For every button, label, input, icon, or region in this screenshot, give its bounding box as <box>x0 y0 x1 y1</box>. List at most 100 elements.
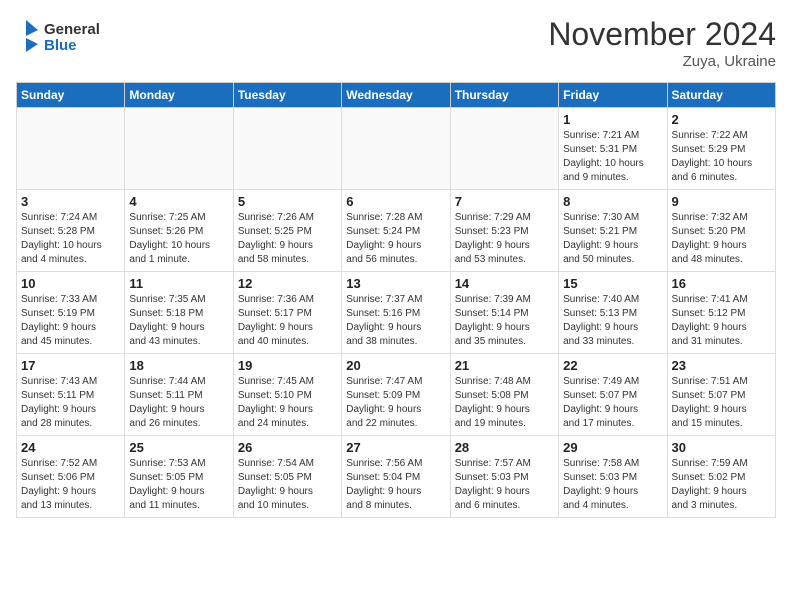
calendar-week-row-5: 24 Sunrise: 7:52 AM Sunset: 5:06 PM Dayli… <box>17 436 776 518</box>
calendar-cell: 20 Sunrise: 7:47 AM Sunset: 5:09 PM Dayli… <box>342 354 450 436</box>
day-info: Sunrise: 7:33 AM Sunset: 5:19 PM Dayligh… <box>21 293 120 349</box>
calendar-cell: 3 Sunrise: 7:24 AM Sunset: 5:28 PM Daylig… <box>17 190 125 272</box>
calendar-cell: 24 Sunrise: 7:52 AM Sunset: 5:06 PM Dayli… <box>17 436 125 518</box>
weekday-header-thursday: Thursday <box>450 83 558 108</box>
day-info: Sunrise: 7:24 AM Sunset: 5:28 PM Dayligh… <box>21 211 120 267</box>
calendar-cell: 22 Sunrise: 7:49 AM Sunset: 5:07 PM Dayli… <box>559 354 667 436</box>
calendar-cell: 28 Sunrise: 7:57 AM Sunset: 5:03 PM Dayli… <box>450 436 558 518</box>
day-info: Sunrise: 7:56 AM Sunset: 5:04 PM Dayligh… <box>346 457 445 513</box>
day-number: 27 <box>346 440 445 455</box>
calendar-cell: 21 Sunrise: 7:48 AM Sunset: 5:08 PM Dayli… <box>450 354 558 436</box>
calendar-cell: 2 Sunrise: 7:22 AM Sunset: 5:29 PM Daylig… <box>667 108 775 190</box>
calendar-cell: 30Sunrise: 7:59 AM Sunset: 5:02 PM Dayli… <box>667 436 775 518</box>
day-info: Sunrise: 7:47 AM Sunset: 5:09 PM Dayligh… <box>346 375 445 431</box>
day-info: Sunrise: 7:28 AM Sunset: 5:24 PM Dayligh… <box>346 211 445 267</box>
day-info: Sunrise: 7:58 AM Sunset: 5:03 PM Dayligh… <box>563 457 662 513</box>
calendar-cell: 6 Sunrise: 7:28 AM Sunset: 5:24 PM Daylig… <box>342 190 450 272</box>
logo: General Blue <box>16 16 126 60</box>
calendar-cell: 19Sunrise: 7:45 AM Sunset: 5:10 PM Dayli… <box>233 354 341 436</box>
day-number: 5 <box>238 194 337 209</box>
calendar-cell: 23 Sunrise: 7:51 AM Sunset: 5:07 PM Dayli… <box>667 354 775 436</box>
day-number: 28 <box>455 440 554 455</box>
day-number: 2 <box>672 112 771 127</box>
day-number: 30 <box>672 440 771 455</box>
day-info: Sunrise: 7:32 AM Sunset: 5:20 PM Dayligh… <box>672 211 771 267</box>
calendar-cell: 10 Sunrise: 7:33 AM Sunset: 5:19 PM Dayli… <box>17 272 125 354</box>
day-number: 10 <box>21 276 120 291</box>
calendar-cell: 13Sunrise: 7:37 AM Sunset: 5:16 PM Dayli… <box>342 272 450 354</box>
calendar-cell: 11 Sunrise: 7:35 AM Sunset: 5:18 PM Dayli… <box>125 272 233 354</box>
calendar-cell: 27 Sunrise: 7:56 AM Sunset: 5:04 PM Dayli… <box>342 436 450 518</box>
day-info: Sunrise: 7:29 AM Sunset: 5:23 PM Dayligh… <box>455 211 554 267</box>
day-number: 14 <box>455 276 554 291</box>
day-number: 1 <box>563 112 662 127</box>
svg-text:General: General <box>44 21 100 38</box>
day-info: Sunrise: 7:22 AM Sunset: 5:29 PM Dayligh… <box>672 129 771 185</box>
day-info: Sunrise: 7:49 AM Sunset: 5:07 PM Dayligh… <box>563 375 662 431</box>
calendar-cell <box>450 108 558 190</box>
day-number: 21 <box>455 358 554 373</box>
day-number: 22 <box>563 358 662 373</box>
day-number: 8 <box>563 194 662 209</box>
day-number: 11 <box>129 276 228 291</box>
calendar-table: SundayMondayTuesdayWednesdayThursdayFrid… <box>16 82 776 518</box>
calendar-cell: 8Sunrise: 7:30 AM Sunset: 5:21 PM Daylig… <box>559 190 667 272</box>
calendar-cell <box>342 108 450 190</box>
calendar-week-row-1: 1Sunrise: 7:21 AM Sunset: 5:31 PM Daylig… <box>17 108 776 190</box>
day-info: Sunrise: 7:54 AM Sunset: 5:05 PM Dayligh… <box>238 457 337 513</box>
month-title: November 2024 <box>548 16 776 53</box>
day-number: 3 <box>21 194 120 209</box>
day-number: 24 <box>21 440 120 455</box>
weekday-header-tuesday: Tuesday <box>233 83 341 108</box>
day-info: Sunrise: 7:57 AM Sunset: 5:03 PM Dayligh… <box>455 457 554 513</box>
day-number: 7 <box>455 194 554 209</box>
day-info: Sunrise: 7:52 AM Sunset: 5:06 PM Dayligh… <box>21 457 120 513</box>
svg-text:Blue: Blue <box>44 37 77 54</box>
weekday-header-saturday: Saturday <box>667 83 775 108</box>
calendar-cell <box>125 108 233 190</box>
title-block: November 2024 Zuya, Ukraine <box>548 16 776 70</box>
weekday-header-sunday: Sunday <box>17 83 125 108</box>
day-info: Sunrise: 7:51 AM Sunset: 5:07 PM Dayligh… <box>672 375 771 431</box>
day-number: 20 <box>346 358 445 373</box>
page-container: General Blue November 2024 Zuya, Ukraine… <box>0 0 792 526</box>
calendar-cell: 9 Sunrise: 7:32 AM Sunset: 5:20 PM Daylig… <box>667 190 775 272</box>
calendar-cell: 16 Sunrise: 7:41 AM Sunset: 5:12 PM Dayli… <box>667 272 775 354</box>
calendar-cell <box>233 108 341 190</box>
day-info: Sunrise: 7:40 AM Sunset: 5:13 PM Dayligh… <box>563 293 662 349</box>
day-number: 25 <box>129 440 228 455</box>
calendar-cell: 5Sunrise: 7:26 AM Sunset: 5:25 PM Daylig… <box>233 190 341 272</box>
calendar-cell: 15 Sunrise: 7:40 AM Sunset: 5:13 PM Dayli… <box>559 272 667 354</box>
day-number: 23 <box>672 358 771 373</box>
day-info: Sunrise: 7:35 AM Sunset: 5:18 PM Dayligh… <box>129 293 228 349</box>
day-number: 17 <box>21 358 120 373</box>
calendar-week-row-3: 10 Sunrise: 7:33 AM Sunset: 5:19 PM Dayli… <box>17 272 776 354</box>
header: General Blue November 2024 Zuya, Ukraine <box>16 16 776 70</box>
calendar-cell: 7 Sunrise: 7:29 AM Sunset: 5:23 PM Daylig… <box>450 190 558 272</box>
day-number: 26 <box>238 440 337 455</box>
location: Zuya, Ukraine <box>548 53 776 70</box>
calendar-cell: 4 Sunrise: 7:25 AM Sunset: 5:26 PM Daylig… <box>125 190 233 272</box>
day-info: Sunrise: 7:41 AM Sunset: 5:12 PM Dayligh… <box>672 293 771 349</box>
calendar-cell: 12 Sunrise: 7:36 AM Sunset: 5:17 PM Dayli… <box>233 272 341 354</box>
weekday-header-wednesday: Wednesday <box>342 83 450 108</box>
calendar-cell: 29Sunrise: 7:58 AM Sunset: 5:03 PM Dayli… <box>559 436 667 518</box>
calendar-cell: 14 Sunrise: 7:39 AM Sunset: 5:14 PM Dayli… <box>450 272 558 354</box>
weekday-header-friday: Friday <box>559 83 667 108</box>
day-number: 6 <box>346 194 445 209</box>
day-number: 4 <box>129 194 228 209</box>
day-number: 9 <box>672 194 771 209</box>
weekday-header-monday: Monday <box>125 83 233 108</box>
day-info: Sunrise: 7:44 AM Sunset: 5:11 PM Dayligh… <box>129 375 228 431</box>
day-number: 15 <box>563 276 662 291</box>
day-info: Sunrise: 7:25 AM Sunset: 5:26 PM Dayligh… <box>129 211 228 267</box>
day-info: Sunrise: 7:39 AM Sunset: 5:14 PM Dayligh… <box>455 293 554 349</box>
day-number: 12 <box>238 276 337 291</box>
day-info: Sunrise: 7:37 AM Sunset: 5:16 PM Dayligh… <box>346 293 445 349</box>
calendar-cell: 26 Sunrise: 7:54 AM Sunset: 5:05 PM Dayli… <box>233 436 341 518</box>
day-number: 18 <box>129 358 228 373</box>
day-info: Sunrise: 7:36 AM Sunset: 5:17 PM Dayligh… <box>238 293 337 349</box>
day-info: Sunrise: 7:45 AM Sunset: 5:10 PM Dayligh… <box>238 375 337 431</box>
day-number: 16 <box>672 276 771 291</box>
day-info: Sunrise: 7:48 AM Sunset: 5:08 PM Dayligh… <box>455 375 554 431</box>
